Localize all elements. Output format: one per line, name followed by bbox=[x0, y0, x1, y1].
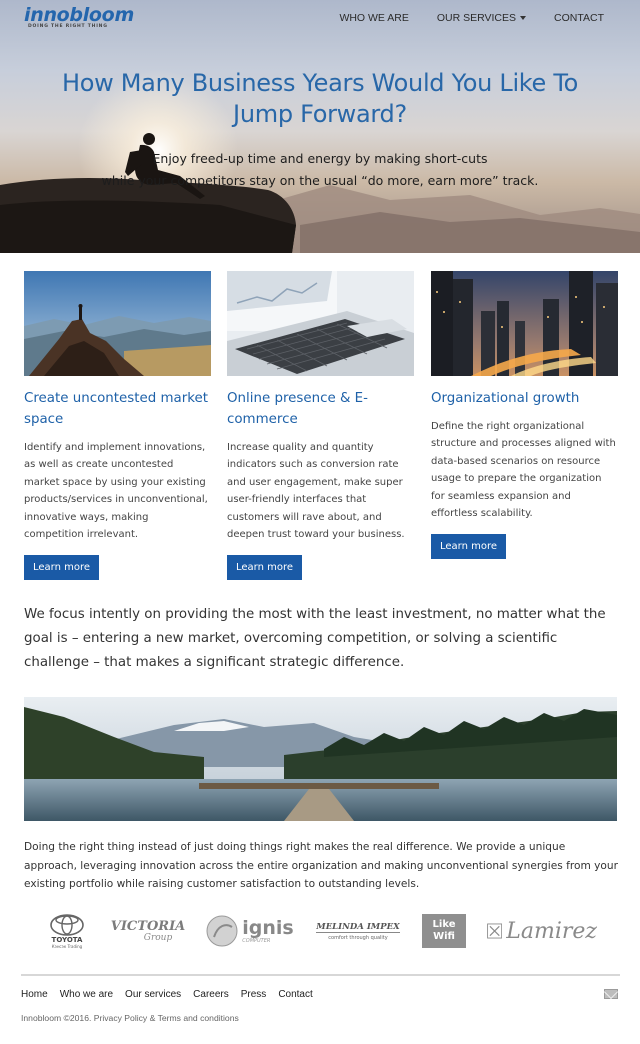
client-name: VICTORIA bbox=[110, 918, 186, 934]
nav-label: WHO WE ARE bbox=[339, 12, 409, 24]
footer-link-press[interactable]: Press bbox=[241, 989, 267, 1000]
learn-more-button[interactable]: Learn more bbox=[24, 555, 100, 581]
client-logo-toyota: TOYOTA Кэнсэк Trading bbox=[42, 906, 92, 956]
client-sub: comfort through quality bbox=[328, 934, 388, 941]
learn-more-button[interactable]: Learn more bbox=[227, 555, 303, 581]
client-name: MELINDA IMPEX bbox=[316, 921, 400, 933]
client-logo-melinda: MELINDA IMPEX comfort through quality bbox=[316, 906, 400, 956]
main-nav: WHO WE ARE OUR SERVICES CONTACT bbox=[325, 12, 640, 24]
client-name: Lamirez bbox=[506, 918, 597, 944]
client-logos: TOYOTA Кэнсэк Trading VICTORIA Group ign… bbox=[24, 906, 617, 956]
nav-who-we-are[interactable]: WHO WE ARE bbox=[325, 12, 422, 24]
card-title: Organizational growth bbox=[431, 391, 580, 406]
service-card: Organizational growth Define the right o… bbox=[431, 271, 618, 560]
card-text: Increase quality and quantity indicators… bbox=[227, 442, 405, 541]
brand-logo[interactable]: innobloom DOING THE RIGHT THING bbox=[24, 4, 134, 29]
logo-text: innobloom bbox=[24, 4, 134, 26]
copyright-text: Innobloom ©2016. Privacy Policy & Terms … bbox=[21, 1013, 239, 1023]
hero-title-line: How Many Business Years Would You Like T… bbox=[61, 69, 579, 97]
client-sub: Group bbox=[143, 932, 173, 943]
laptop-image bbox=[227, 271, 414, 376]
nav-contact[interactable]: CONTACT bbox=[540, 12, 640, 24]
client-sub: COMPUTER bbox=[242, 937, 271, 944]
lake-pier-image bbox=[24, 697, 617, 821]
client-logo-likewifi: Like Wifi bbox=[421, 906, 467, 956]
focus-statement: We focus intently on providing the most … bbox=[24, 607, 606, 670]
footer-link-contact[interactable]: Contact bbox=[278, 989, 312, 1000]
hero-subtitle-line: Enjoy freed-up time and energy by making… bbox=[152, 151, 488, 166]
ignis-globe-icon bbox=[206, 915, 238, 947]
nav-label: CONTACT bbox=[554, 12, 604, 24]
client-sub: Кэнсэк Trading bbox=[51, 943, 83, 949]
service-card: Create uncontested market space Identify… bbox=[24, 271, 211, 581]
client-logo-ignis: ignis COMPUTER bbox=[205, 906, 295, 956]
footer-link-careers[interactable]: Careers bbox=[193, 989, 229, 1000]
nav-label: OUR SERVICES bbox=[436, 12, 517, 24]
card-title: Online presence & E-commerce bbox=[227, 391, 368, 427]
card-text: Define the right organizational structur… bbox=[431, 421, 616, 520]
client-name: TOYOTA bbox=[51, 935, 83, 944]
client-logo-victoria: VICTORIA Group bbox=[110, 906, 186, 956]
footer-link-our-services[interactable]: Our services bbox=[125, 989, 181, 1000]
mail-icon[interactable] bbox=[604, 989, 618, 999]
nav-our-services[interactable]: OUR SERVICES bbox=[423, 12, 540, 24]
client-name: ignis bbox=[242, 916, 294, 939]
client-name: Like Wifi bbox=[422, 914, 466, 948]
footer-link-home[interactable]: Home bbox=[21, 989, 48, 1000]
city-night-image bbox=[431, 271, 618, 376]
client-logo-lamirez: Lamirez bbox=[487, 906, 597, 956]
card-text: Identify and implement innovations, as w… bbox=[24, 442, 208, 541]
site-footer: Home Who we are Our services Careers Pre… bbox=[21, 974, 620, 1023]
footer-link-who-we-are[interactable]: Who we are bbox=[60, 989, 113, 1000]
footer-links: Home Who we are Our services Careers Pre… bbox=[21, 989, 325, 1000]
hero-banner: innobloom DOING THE RIGHT THING WHO WE A… bbox=[0, 0, 640, 253]
about-paragraph: Doing the right thing instead of just do… bbox=[24, 841, 618, 890]
caret-down-icon bbox=[520, 16, 527, 20]
learn-more-button[interactable]: Learn more bbox=[431, 534, 507, 560]
mountain-climber-image bbox=[24, 271, 211, 376]
hero-title-line: Jump Forward? bbox=[233, 100, 407, 128]
hero-subtitle-line: while your competitors stay on the usual… bbox=[101, 173, 539, 188]
lamirez-x-icon bbox=[487, 923, 503, 939]
hero-subtitle: Enjoy freed-up time and energy by making… bbox=[0, 148, 640, 192]
service-card: Online presence & E-commerce Increase qu… bbox=[227, 271, 414, 581]
card-title: Create uncontested market space bbox=[24, 391, 208, 427]
hero-title: How Many Business Years Would You Like T… bbox=[0, 68, 640, 130]
toyota-emblem-icon bbox=[50, 913, 84, 936]
